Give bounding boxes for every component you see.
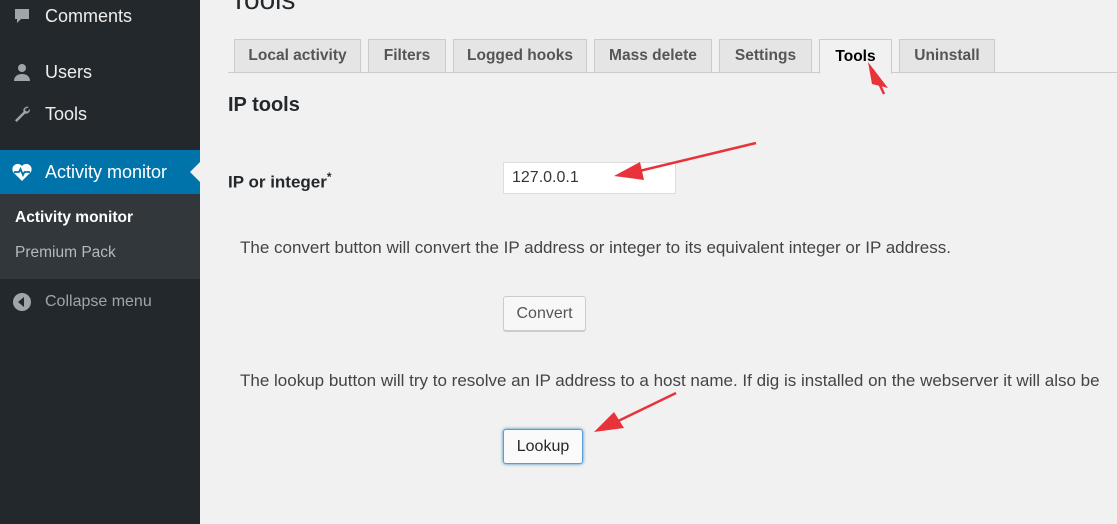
collapse-menu-button[interactable]: Collapse menu xyxy=(0,286,200,318)
collapse-arrow-icon xyxy=(12,292,32,312)
convert-button[interactable]: Convert xyxy=(503,296,586,331)
sidebar-item-activity-monitor[interactable]: Activity monitor xyxy=(0,150,200,194)
sidebar-item-label: Tools xyxy=(45,103,88,124)
comment-icon xyxy=(11,5,33,27)
collapse-menu-label: Collapse menu xyxy=(45,293,152,310)
sidebar-item-users[interactable]: Users xyxy=(0,52,200,92)
lookup-description: The lookup button will try to resolve an… xyxy=(240,371,1100,390)
heartbeat-icon xyxy=(11,161,33,183)
admin-sidebar: Comments Users Tools Activity monitor Ac… xyxy=(0,0,200,524)
sidebar-item-label: Comments xyxy=(45,5,133,26)
section-title-ip-tools: IP tools xyxy=(228,94,300,116)
tab-logged-hooks[interactable]: Logged hooks xyxy=(453,39,587,72)
tabs-baseline xyxy=(228,72,1117,73)
tab-uninstall[interactable]: Uninstall xyxy=(899,39,995,72)
ip-integer-input[interactable] xyxy=(503,162,676,194)
ip-field-label-text: IP or integer xyxy=(228,172,327,192)
tab-settings[interactable]: Settings xyxy=(719,39,812,72)
wrench-icon xyxy=(11,103,33,125)
annotation-arrow-lookup xyxy=(594,391,677,432)
tab-mass-delete[interactable]: Mass delete xyxy=(594,39,712,72)
lookup-button[interactable]: Lookup xyxy=(503,429,583,464)
sidebar-item-label: Activity monitor xyxy=(45,161,168,182)
sidebar-item-label: Users xyxy=(45,61,93,82)
required-mark: * xyxy=(326,170,332,184)
user-icon xyxy=(11,61,33,83)
sidebar-item-tools[interactable]: Tools xyxy=(0,94,200,134)
convert-description: The convert button will convert the IP a… xyxy=(240,238,951,257)
current-menu-pointer xyxy=(190,162,200,182)
tab-local-activity[interactable]: Local activity xyxy=(234,39,361,72)
submenu-item-premium-pack[interactable]: Premium Pack xyxy=(15,244,116,262)
ip-field-label: IP or integer* xyxy=(228,170,332,193)
submenu-item-activity-monitor[interactable]: Activity monitor xyxy=(15,209,133,227)
sidebar-item-comments[interactable]: Comments xyxy=(0,0,200,36)
page-title: Tools xyxy=(230,0,295,16)
tab-tools[interactable]: Tools xyxy=(819,39,892,74)
activity-monitor-submenu: Activity monitor Premium Pack xyxy=(0,194,200,279)
tab-filters[interactable]: Filters xyxy=(368,39,446,72)
